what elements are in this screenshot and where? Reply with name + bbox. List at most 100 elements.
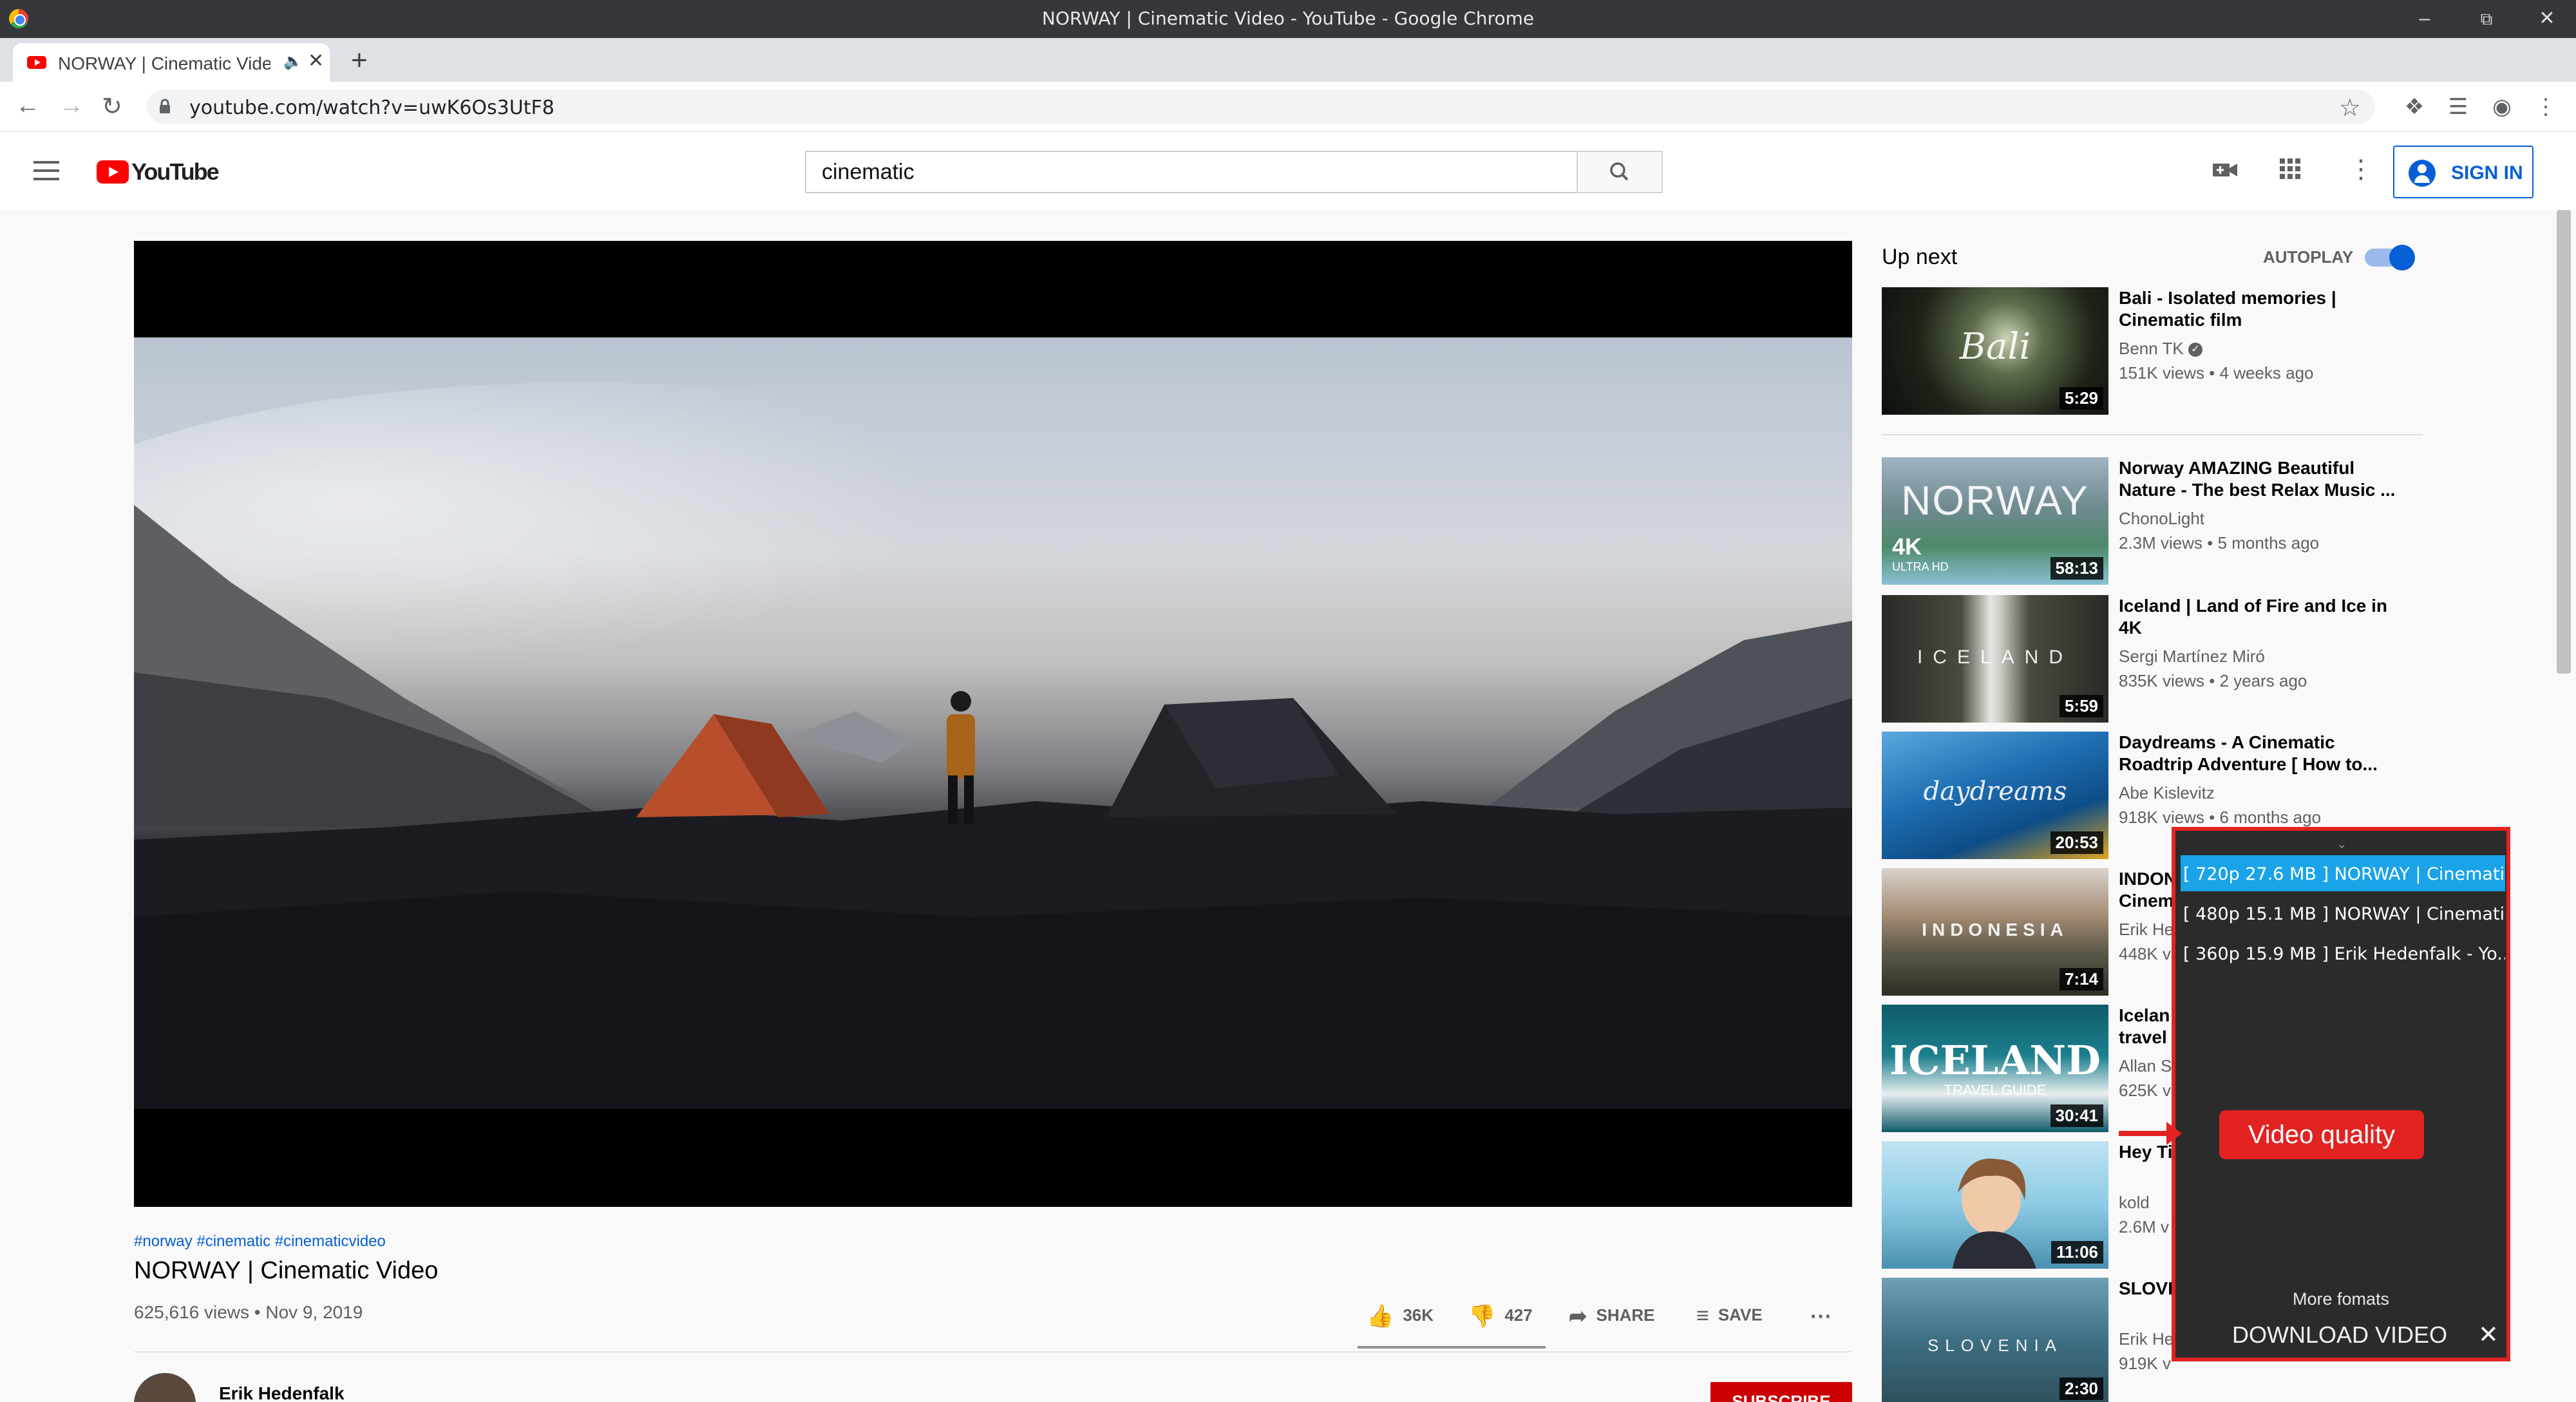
share-button[interactable]: ➦ SHARE	[1569, 1303, 1655, 1329]
video-thumbnail[interactable]: ICELAND TRAVEL GUIDE 30:41	[1882, 1005, 2108, 1132]
thumbnail-text: Bali	[1959, 326, 2031, 368]
minimize-icon[interactable]: –	[2409, 3, 2441, 35]
chrome-menu-icon[interactable]: ⋮	[2532, 93, 2559, 120]
autoplay-toggle[interactable]	[2365, 245, 2415, 270]
search-button[interactable]	[1577, 151, 1663, 193]
search-box[interactable]	[805, 151, 1578, 193]
recommendation-channel: Benn TK ✓	[2119, 339, 2202, 359]
video-thumbnail[interactable]: ICELAND 5:59	[1882, 595, 2108, 723]
recommendation-title: Daydreams - A Cinematic Roadtrip Adventu…	[2119, 732, 2378, 774]
youtube-header: YouTube ⋮ SIGN IN	[0, 133, 2576, 210]
like-count: 36K	[1403, 1305, 1434, 1325]
dislike-count: 427	[1504, 1305, 1533, 1325]
close-icon[interactable]: ✕	[2478, 1320, 2499, 1349]
channel-avatar[interactable]	[134, 1373, 196, 1402]
recommendation-item[interactable]: ICELAND 5:59 Iceland | Land of Fire and …	[1882, 595, 2576, 724]
profile-icon[interactable]: ◉	[2488, 93, 2515, 120]
youtube-play-icon	[97, 160, 129, 184]
recommendation-meta: 919K v	[2119, 1354, 2171, 1373]
duration-badge: 20:53	[2050, 831, 2103, 854]
thumbnail-text: SLOVENIA	[1927, 1336, 2063, 1355]
browser-toolbar: ← → ↻ youtube.com/watch?v=uwK6Os3UtF8 ☆ …	[0, 82, 2576, 132]
more-formats-link[interactable]: More fomats	[2175, 1289, 2506, 1309]
recommendation-meta: 918K views • 6 months ago	[2119, 808, 2322, 827]
divider	[134, 1351, 1852, 1352]
more-actions-icon[interactable]: ⋯	[1810, 1303, 1832, 1329]
thumbnail-text: ICELAND	[1889, 1037, 2101, 1084]
channel-name[interactable]: Erik Hedenfalk	[219, 1383, 345, 1402]
video-player[interactable]	[134, 241, 1852, 1207]
recommendation-item[interactable]: Bali 5:29 Bali - Isolated memories | Cin…	[1882, 287, 2576, 416]
thumbs-up-icon: 👍	[1367, 1304, 1394, 1329]
video-thumbnail[interactable]: Bali 5:29	[1882, 287, 2108, 415]
share-icon: ➦	[1569, 1304, 1587, 1329]
address-bar[interactable]: youtube.com/watch?v=uwK6Os3UtF8 ☆	[147, 90, 2375, 124]
recommendation-channel: ChonoLight	[2119, 509, 2204, 528]
close-tab-icon[interactable]: ✕	[308, 50, 324, 72]
bookmark-star-icon[interactable]: ☆	[2339, 93, 2361, 122]
thumbnail-text: INDONESIA	[1922, 920, 2069, 940]
extensions-icon[interactable]: ❖	[2401, 93, 2428, 120]
format-option-360p[interactable]: [ 360p 15.9 MB ] Erik Hedenfalk - Yo...	[2181, 935, 2505, 971]
youtube-logo-text: YouTube	[131, 158, 220, 185]
format-option-480p[interactable]: [ 480p 15.1 MB ] NORWAY | Cinemati...	[2181, 895, 2505, 931]
subscribe-button[interactable]: SUBSCRIBE	[1710, 1382, 1852, 1402]
settings-more-icon[interactable]: ⋮	[2348, 155, 2374, 184]
video-thumbnail[interactable]: daydreams 20:53	[1882, 732, 2108, 859]
recommendation-title: Norway AMAZING Beautiful Nature - The be…	[2119, 458, 2396, 500]
media-controls-icon[interactable]: ☰	[2445, 93, 2472, 120]
apps-grid-icon[interactable]	[2278, 157, 2302, 187]
video-thumbnail[interactable]: NORWAY 4K ULTRA HD 58:13	[1882, 457, 2108, 585]
recommendation-item[interactable]: NORWAY 4K ULTRA HD 58:13 Norway AMAZING …	[1882, 457, 2576, 586]
duration-badge: 30:41	[2050, 1104, 2103, 1127]
search-icon	[1610, 162, 1629, 181]
up-next-heading: Up next	[1882, 245, 1958, 269]
sign-in-button[interactable]: SIGN IN	[2393, 146, 2533, 198]
back-icon[interactable]: ←	[15, 92, 40, 120]
duration-badge: 5:29	[2059, 387, 2103, 410]
search-input[interactable]	[806, 152, 1577, 192]
recommendation-title: Iceland | Land of Fire and Ice in 4K	[2119, 596, 2388, 638]
recommendation-title: Bali - Isolated memories | Cinematic fil…	[2119, 288, 2336, 330]
recommendation-channel: Erik He	[2119, 920, 2174, 939]
add-to-playlist-icon: ≡	[1696, 1303, 1709, 1328]
duration-badge: 58:13	[2050, 557, 2103, 580]
sign-in-label: SIGN IN	[2451, 162, 2523, 184]
video-thumbnail[interactable]: INDONESIA 7:14	[1882, 868, 2108, 996]
download-video-button[interactable]: DOWNLOAD VIDEO	[2232, 1321, 2447, 1349]
verified-icon: ✓	[2188, 343, 2202, 357]
create-video-icon[interactable]	[2211, 157, 2239, 186]
recommendation-channel: kold	[2119, 1193, 2150, 1212]
thumbnail-text: NORWAY	[1901, 477, 2089, 524]
maximize-icon[interactable]: ⧉	[2470, 3, 2503, 35]
menu-icon[interactable]	[33, 161, 59, 180]
recommendation-meta: 835K views • 2 years ago	[2119, 671, 2307, 690]
like-button[interactable]: 👍 36K	[1367, 1303, 1434, 1329]
format-option-720p[interactable]: [ 720p 27.6 MB ] NORWAY | Cinemati...	[2181, 855, 2505, 891]
autoplay-label: AUTOPLAY	[2263, 247, 2354, 267]
youtube-logo[interactable]: YouTube	[97, 158, 220, 185]
window-title: NORWAY | Cinematic Video - YouTube - Goo…	[1041, 8, 1535, 29]
recommendation-meta: 151K views • 4 weeks ago	[2119, 363, 2314, 383]
forward-icon[interactable]: →	[59, 92, 84, 120]
video-scene-image	[134, 383, 1852, 1109]
save-button[interactable]: ≡ SAVE	[1696, 1303, 1763, 1329]
browser-tab[interactable]: NORWAY | Cinematic Video - YouTube 🔈 ✕	[13, 43, 330, 82]
speaker-icon[interactable]: 🔈	[283, 52, 303, 71]
page-scrollbar[interactable]	[2557, 210, 2571, 674]
reload-icon[interactable]: ↻	[102, 92, 122, 121]
chevron-down-icon[interactable]: ⌄	[2336, 836, 2347, 852]
video-thumbnail[interactable]: SLOVENIA 2:30	[1882, 1278, 2108, 1402]
sentiment-bar	[1358, 1346, 1546, 1349]
url-text: youtube.com/watch?v=uwK6Os3UtF8	[189, 97, 554, 119]
recommendation-channel: Erik He	[2119, 1329, 2174, 1349]
video-hashtags[interactable]: #norway #cinematic #cinematicvideo	[134, 1233, 386, 1251]
new-tab-icon[interactable]: +	[351, 44, 368, 77]
close-window-icon[interactable]: ✕	[2531, 3, 2563, 35]
video-frame	[134, 337, 1852, 1109]
dislike-button[interactable]: 👎 427	[1468, 1303, 1533, 1329]
section-separator	[1882, 434, 2423, 435]
thumbs-down-icon: 👎	[1468, 1304, 1496, 1329]
recommendation-channel: Allan S	[2119, 1056, 2172, 1075]
video-thumbnail[interactable]: 11:06	[1882, 1141, 2108, 1269]
